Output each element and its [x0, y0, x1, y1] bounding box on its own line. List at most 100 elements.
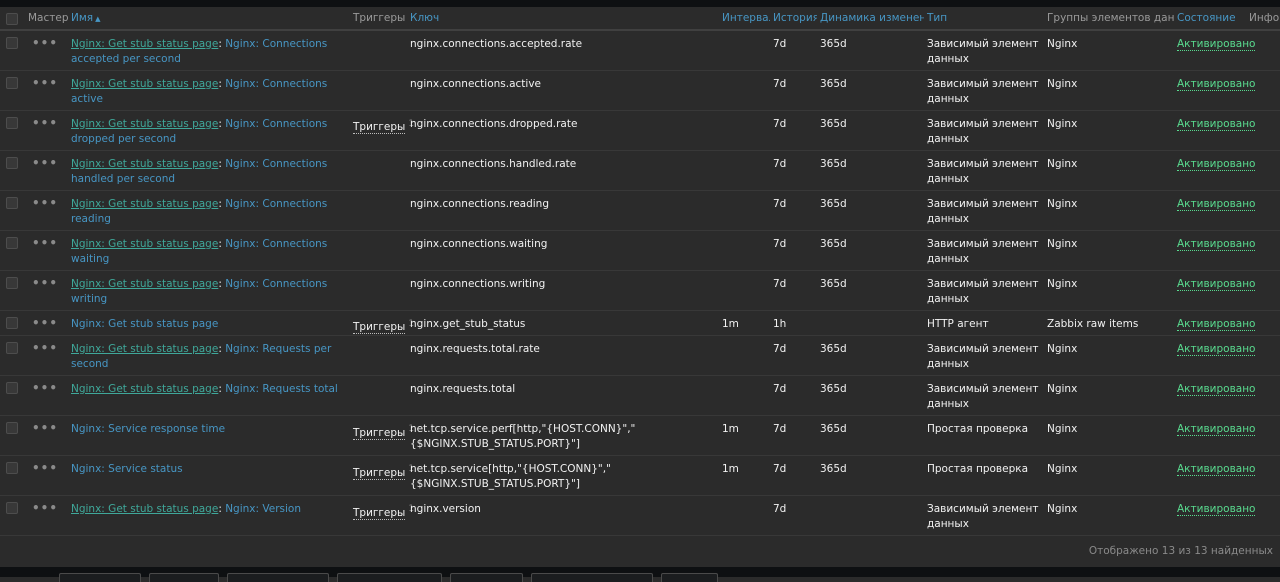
trends-cell: 365d [817, 415, 924, 456]
bottom-action-bar [0, 567, 1280, 582]
action-button[interactable] [531, 573, 653, 582]
row-checkbox[interactable] [6, 316, 18, 329]
row-checkbox[interactable] [6, 236, 18, 249]
status-toggle[interactable]: Активировано [1177, 383, 1256, 396]
more-dots-icon[interactable]: ••• [32, 76, 58, 90]
row-checkbox[interactable] [6, 37, 18, 49]
master-item-link[interactable]: Nginx: Get stub status page [71, 343, 218, 355]
more-dots-icon[interactable]: ••• [32, 116, 58, 130]
triggers-link[interactable]: Триггеры [353, 121, 406, 134]
type-cell: Зависимый элемент данных [924, 230, 1044, 271]
col-name[interactable]: Имя ▲ [68, 7, 350, 31]
action-button[interactable] [450, 573, 523, 582]
col-name-label[interactable]: Имя [71, 12, 93, 24]
more-dots-icon[interactable]: ••• [32, 156, 58, 170]
action-button[interactable] [337, 573, 442, 582]
status-toggle[interactable]: Активировано [1177, 463, 1256, 476]
select-all-checkbox[interactable] [6, 13, 18, 25]
col-trends[interactable]: Динамика изменений [817, 7, 924, 31]
row-checkbox-cell [0, 190, 25, 231]
status-toggle[interactable]: Активировано [1177, 117, 1256, 131]
action-button[interactable] [661, 573, 718, 582]
row-checkbox[interactable] [6, 76, 18, 89]
group-cell: Nginx [1044, 150, 1174, 191]
more-dots-icon[interactable]: ••• [32, 421, 58, 435]
status-cell: Активировано [1174, 375, 1256, 416]
row-checkbox[interactable] [6, 382, 18, 394]
master-item-link[interactable]: Nginx: Get stub status page [71, 383, 218, 395]
status-toggle[interactable]: Активировано [1177, 503, 1256, 516]
action-button[interactable] [59, 573, 141, 582]
results-count: Отображено 13 из 13 найденных [1088, 545, 1273, 557]
row-checkbox[interactable] [6, 276, 18, 289]
row-menu-cell: ••• [25, 455, 68, 496]
master-item-link[interactable]: Nginx: Get stub status page [71, 278, 218, 290]
row-menu-cell: ••• [25, 70, 68, 111]
status-toggle[interactable]: Активировано [1177, 77, 1256, 91]
more-dots-icon[interactable]: ••• [32, 276, 58, 290]
row-checkbox[interactable] [6, 196, 18, 209]
item-name-link[interactable]: Nginx: Service status [71, 463, 183, 475]
master-item-link[interactable]: Nginx: Get stub status page [71, 118, 218, 130]
triggers-link[interactable]: Триггеры [353, 466, 406, 480]
col-key[interactable]: Ключ [407, 7, 719, 31]
more-dots-icon[interactable]: ••• [32, 236, 58, 250]
col-status[interactable]: Состояние [1174, 7, 1246, 31]
more-dots-icon[interactable]: ••• [32, 381, 58, 395]
row-checkbox-cell [0, 455, 25, 496]
row-checkbox[interactable] [6, 422, 18, 434]
triggers-cell: Триггеры 1 [350, 310, 414, 336]
status-toggle[interactable]: Активировано [1177, 317, 1256, 331]
row-checkbox[interactable] [6, 156, 18, 169]
triggers-link[interactable]: Триггеры [353, 321, 406, 334]
type-cell: HTTP агент [924, 310, 1044, 336]
more-dots-icon[interactable]: ••• [32, 341, 58, 355]
status-toggle[interactable]: Активировано [1177, 38, 1256, 51]
table-row: ••• Nginx: Get stub status page: Nginx: … [0, 495, 1280, 536]
more-dots-icon[interactable]: ••• [32, 316, 58, 330]
master-item-link[interactable]: Nginx: Get stub status page [71, 38, 218, 50]
select-all-cell [0, 7, 25, 31]
group-cell: Nginx [1044, 375, 1174, 416]
item-name-link[interactable]: Nginx: Get stub status page [71, 318, 218, 330]
more-dots-icon[interactable]: ••• [32, 36, 58, 50]
key-cell: nginx.connections.reading [407, 190, 719, 231]
master-item-link[interactable]: Nginx: Get stub status page [71, 503, 218, 515]
status-toggle[interactable]: Активировано [1177, 237, 1256, 251]
row-checkbox-cell [0, 310, 25, 336]
status-toggle[interactable]: Активировано [1177, 157, 1256, 171]
item-name-link[interactable]: Nginx: Version [225, 503, 301, 515]
master-item-link[interactable]: Nginx: Get stub status page [71, 238, 218, 250]
more-dots-icon[interactable]: ••• [32, 196, 58, 210]
row-checkbox[interactable] [6, 502, 18, 514]
col-interval[interactable]: Интервал [719, 7, 770, 31]
trends-cell [817, 495, 924, 536]
row-checkbox-cell [0, 415, 25, 456]
row-menu-cell: ••• [25, 375, 68, 416]
status-toggle[interactable]: Активировано [1177, 343, 1256, 356]
item-name-link[interactable]: Nginx: Requests total [225, 383, 338, 395]
master-item-link[interactable]: Nginx: Get stub status page [71, 78, 218, 90]
row-checkbox[interactable] [6, 116, 18, 129]
master-item-link[interactable]: Nginx: Get stub status page [71, 158, 218, 170]
row-checkbox[interactable] [6, 462, 18, 474]
history-cell: 1h [770, 310, 817, 336]
triggers-link[interactable]: Триггеры [353, 426, 406, 440]
trends-cell: 365d [817, 70, 924, 111]
more-dots-icon[interactable]: ••• [32, 501, 58, 515]
top-bar [0, 0, 1280, 7]
trends-cell [817, 310, 924, 336]
col-history[interactable]: История [770, 7, 817, 31]
master-item-link[interactable]: Nginx: Get stub status page [71, 198, 218, 210]
status-toggle[interactable]: Активировано [1177, 197, 1256, 211]
more-dots-icon[interactable]: ••• [32, 461, 58, 475]
row-checkbox[interactable] [6, 342, 18, 354]
triggers-link[interactable]: Триггеры [353, 506, 406, 520]
status-toggle[interactable]: Активировано [1177, 277, 1256, 291]
item-name-link[interactable]: Nginx: Service response time [71, 423, 225, 435]
action-button[interactable] [227, 573, 329, 582]
interval-cell [719, 110, 770, 151]
action-button[interactable] [149, 573, 219, 582]
status-toggle[interactable]: Активировано [1177, 423, 1256, 436]
col-type[interactable]: Тип [924, 7, 1044, 31]
